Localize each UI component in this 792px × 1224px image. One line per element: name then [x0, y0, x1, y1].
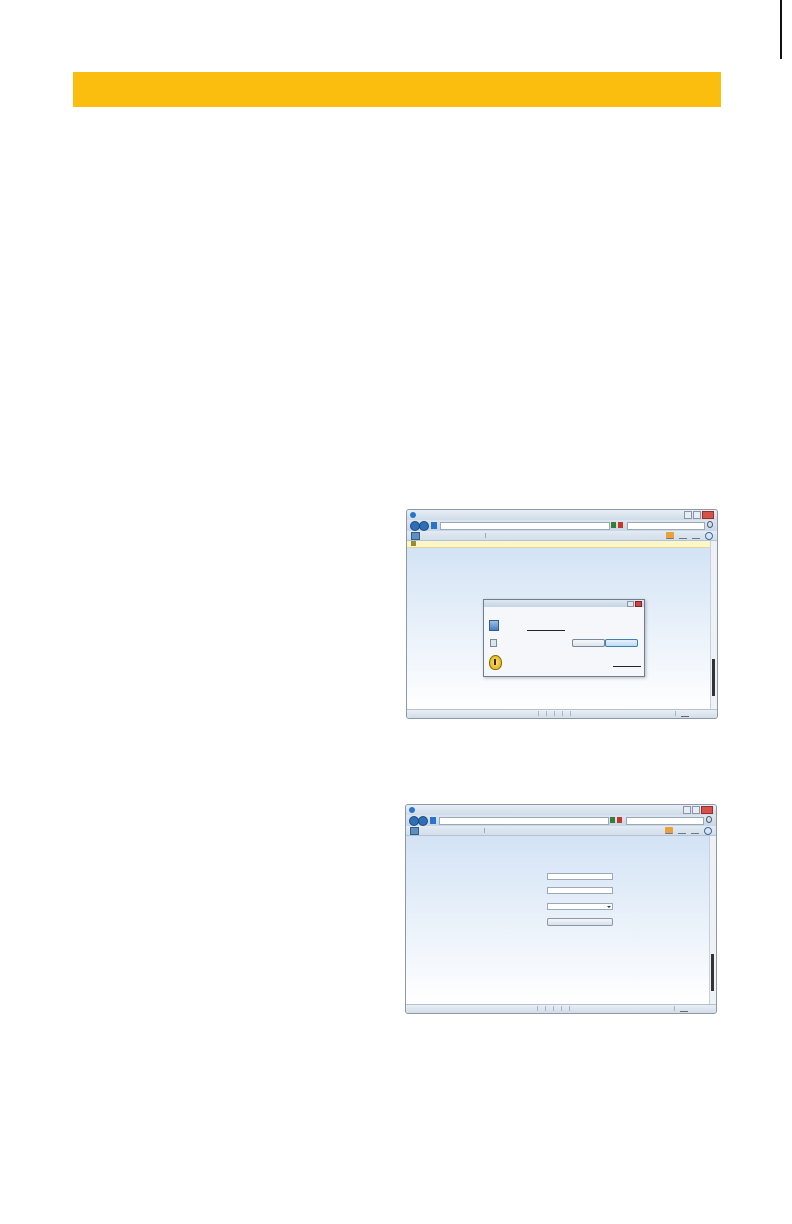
- status-separator: [569, 1006, 570, 1011]
- infobar-icon: [411, 541, 416, 546]
- status-separator: [545, 1006, 546, 1011]
- print-icon[interactable]: [691, 827, 699, 834]
- window-controls: [684, 511, 714, 519]
- page-content: [406, 836, 710, 1004]
- browser-logo-icon: [409, 807, 415, 813]
- zoom-control[interactable]: [681, 712, 689, 717]
- search-input[interactable]: [626, 817, 704, 825]
- feeds-icon[interactable]: [678, 827, 686, 834]
- page-icon: [431, 522, 437, 529]
- close-icon[interactable]: [702, 511, 714, 519]
- maximize-icon[interactable]: [692, 806, 700, 814]
- refresh-icon[interactable]: [610, 817, 615, 823]
- browser-logo-icon: [410, 512, 416, 518]
- minimize-icon[interactable]: [683, 806, 691, 814]
- home-icon[interactable]: [666, 532, 674, 539]
- password-field[interactable]: [547, 887, 613, 894]
- status-separator: [675, 711, 676, 716]
- page-content: [407, 548, 711, 709]
- status-separator: [674, 1006, 675, 1011]
- run-button[interactable]: [572, 639, 605, 647]
- status-separator: [546, 711, 547, 716]
- page-icon: [430, 817, 436, 824]
- file-type-icon: [490, 639, 497, 647]
- status-separator: [537, 1006, 538, 1011]
- information-bar[interactable]: [407, 541, 711, 548]
- vertical-scrollbar[interactable]: [710, 541, 717, 709]
- status-separator: [553, 1006, 554, 1011]
- address-input[interactable]: [439, 817, 609, 825]
- print-icon[interactable]: [692, 532, 700, 539]
- command-bar: [666, 532, 713, 540]
- scroll-thumb[interactable]: [712, 659, 715, 696]
- vertical-scrollbar[interactable]: [709, 836, 716, 1004]
- command-bar: [665, 827, 712, 835]
- zoom-control[interactable]: [680, 1007, 688, 1012]
- status-separator: [562, 711, 563, 716]
- browser-window-login: [405, 804, 717, 1014]
- file-download-dialog: [483, 599, 645, 677]
- browser-window-download: [406, 509, 718, 719]
- forward-icon[interactable]: [419, 521, 429, 531]
- stop-icon[interactable]: [618, 522, 623, 528]
- username-field[interactable]: [547, 873, 613, 880]
- status-separator: [561, 1006, 562, 1011]
- address-toolbar: [406, 815, 716, 826]
- status-separator: [570, 711, 571, 716]
- refresh-icon[interactable]: [611, 522, 616, 528]
- save-button[interactable]: [605, 639, 638, 647]
- tab-bar: [407, 531, 717, 541]
- stop-icon[interactable]: [617, 817, 622, 823]
- forward-icon[interactable]: [418, 816, 428, 826]
- file-name-link[interactable]: [527, 630, 565, 631]
- tab-bar: [406, 826, 716, 836]
- crop-mark: [780, 0, 782, 59]
- status-separator: [554, 711, 555, 716]
- status-bar: [406, 1004, 716, 1013]
- tab-separator: [485, 533, 486, 538]
- favorites-icon[interactable]: [410, 827, 419, 835]
- dialog-controls: [627, 601, 642, 607]
- address-toolbar: [407, 520, 717, 531]
- security-shield-icon: [489, 655, 502, 670]
- section-banner: [73, 72, 721, 107]
- file-icon: [489, 620, 499, 631]
- status-bar: [407, 709, 717, 718]
- address-input[interactable]: [440, 522, 610, 530]
- title-bar: [406, 805, 716, 815]
- language-select[interactable]: [547, 903, 613, 910]
- close-icon[interactable]: [701, 806, 713, 814]
- window-controls: [683, 806, 713, 814]
- scroll-thumb[interactable]: [711, 954, 714, 991]
- dialog-minimize-icon[interactable]: [627, 601, 634, 607]
- risk-info-link[interactable]: [613, 666, 641, 667]
- favorites-icon[interactable]: [411, 532, 420, 540]
- dialog-close-icon[interactable]: [635, 601, 642, 607]
- dialog-title-bar: [484, 600, 644, 607]
- tools-icon[interactable]: [705, 532, 713, 540]
- title-bar: [407, 510, 717, 520]
- login-button[interactable]: [547, 918, 613, 926]
- maximize-icon[interactable]: [693, 511, 701, 519]
- tools-icon[interactable]: [704, 827, 712, 835]
- home-icon[interactable]: [665, 827, 673, 834]
- status-separator: [538, 711, 539, 716]
- feeds-icon[interactable]: [679, 532, 687, 539]
- search-icon[interactable]: [706, 816, 712, 823]
- search-icon[interactable]: [707, 521, 713, 528]
- search-input[interactable]: [627, 522, 705, 530]
- minimize-icon[interactable]: [684, 511, 692, 519]
- tab-separator: [484, 828, 485, 833]
